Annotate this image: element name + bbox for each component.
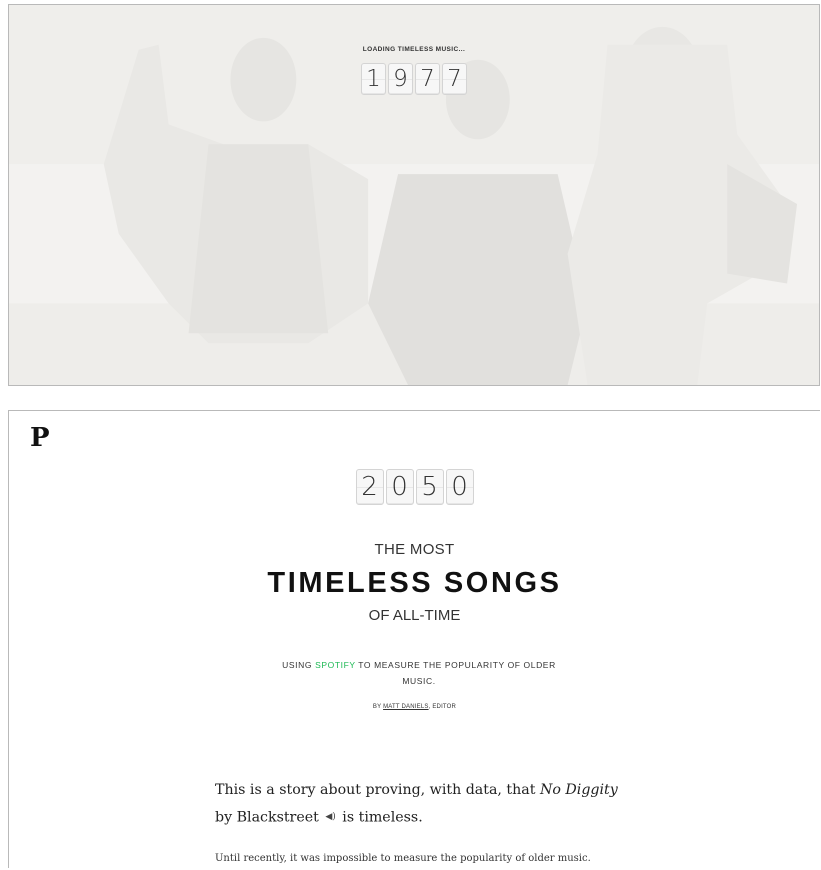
author-link[interactable]: MATT DANIELS: [383, 704, 429, 710]
dek-prefix: USING: [282, 660, 316, 670]
article-year-counter: 2 0 5 0: [9, 469, 820, 505]
byline: BY MATT DANIELS, EDITOR: [9, 704, 820, 710]
year-digit: 2: [355, 469, 384, 505]
year-digit: 0: [385, 469, 414, 505]
title-kicker: THE MOST: [374, 541, 455, 558]
speaker-icon[interactable]: ◀): [323, 812, 337, 822]
title-subkicker: OF ALL-TIME: [368, 607, 461, 624]
year-digit: 1: [361, 63, 386, 95]
year-digit: 0: [445, 469, 474, 505]
article-dek: USING SPOTIFY TO MEASURE THE POPULARITY …: [279, 657, 559, 689]
year-digit: 7: [415, 63, 440, 95]
spotify-link[interactable]: SPOTIFY: [315, 660, 355, 670]
year-digit: 7: [442, 63, 467, 95]
year-digit: 9: [388, 63, 413, 95]
dek-suffix: TO MEASURE THE POPULARITY OF OLDER MUSIC…: [355, 660, 556, 686]
loading-year-counter: 1 9 7 7: [9, 63, 819, 95]
pudding-logo[interactable]: P: [30, 425, 50, 451]
byline-prefix: BY: [372, 704, 384, 710]
loading-screen: LOADING TIMELESS MUSIC... 1 9 7 7: [8, 4, 820, 386]
band-photo-background: [9, 5, 819, 385]
byline-suffix: , EDITOR: [428, 704, 457, 710]
year-digit: 5: [415, 469, 444, 505]
article-page: P 2 0 5 0 THE MOST TIMELESS SONGS OF ALL…: [8, 410, 820, 868]
lede-paragraph: This is a story about proving, with data…: [215, 777, 635, 832]
song-title: No Diggity: [539, 782, 618, 798]
page-title: TIMELESS SONGS: [267, 567, 562, 599]
loading-status-text: LOADING TIMELESS MUSIC...: [362, 46, 466, 53]
body-paragraph: Until recently, it was impossible to mea…: [215, 853, 591, 864]
lede-text: This is a story about proving, with data…: [215, 782, 540, 798]
lede-text: by Blackstreet: [215, 809, 324, 826]
lede-text: is timeless.: [337, 809, 423, 826]
